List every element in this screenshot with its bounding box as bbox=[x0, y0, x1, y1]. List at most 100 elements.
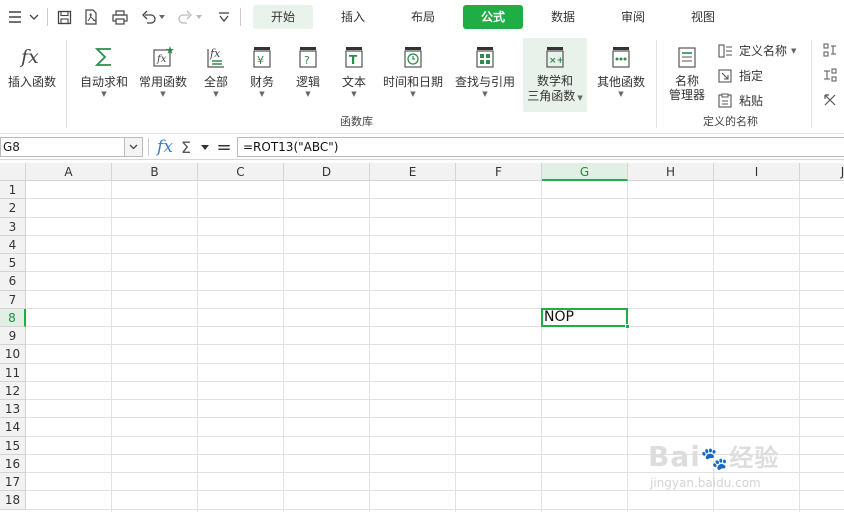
print-icon[interactable] bbox=[109, 7, 131, 27]
spreadsheet-grid[interactable]: A B C D E F G H I J 1 2 3 4 5 6 7 8 9 10 11 12 13 14 15 16 17 18 NOP… bbox=[0, 163, 844, 512]
row-header-3[interactable]: 3 bbox=[0, 217, 26, 236]
autosum-button[interactable]: 自动求和 ▼ bbox=[76, 42, 132, 98]
paste-names-button[interactable]: 粘贴 bbox=[717, 92, 763, 109]
grid-row-line bbox=[26, 234, 844, 236]
dropdown-arrow-icon: ▼ bbox=[160, 90, 166, 98]
row-header-18[interactable]: 18 bbox=[0, 491, 26, 510]
sum-sigma-icon[interactable]: Σ bbox=[178, 137, 194, 157]
tab-data[interactable]: 数据 bbox=[533, 5, 593, 29]
chevron-down-icon bbox=[129, 144, 138, 150]
row-header-8[interactable]: 8 bbox=[0, 308, 26, 327]
redo-dropdown-icon[interactable] bbox=[194, 7, 204, 27]
row-header-14[interactable]: 14 bbox=[0, 418, 26, 437]
column-header-e[interactable]: E bbox=[370, 163, 456, 181]
common-functions-button[interactable]: fx 常用函数 ▼ bbox=[136, 42, 190, 98]
undo-dropdown-icon[interactable] bbox=[157, 7, 167, 27]
divider bbox=[66, 40, 67, 128]
tab-layout[interactable]: 布局 bbox=[393, 5, 453, 29]
redo-icon[interactable] bbox=[176, 7, 194, 27]
row-header-12[interactable]: 12 bbox=[0, 381, 26, 400]
fx-icon: fx bbox=[18, 42, 46, 72]
tab-home[interactable]: 开始 bbox=[253, 5, 313, 29]
specify-button[interactable]: 指定 bbox=[717, 67, 763, 84]
column-header-j[interactable]: J bbox=[800, 163, 844, 181]
row-header-4[interactable]: 4 bbox=[0, 235, 26, 254]
row-header-17[interactable]: 17 bbox=[0, 473, 26, 492]
column-header-a[interactable]: A bbox=[26, 163, 112, 181]
yen-book-icon: ¥ bbox=[248, 42, 276, 72]
grid-column-line bbox=[197, 181, 198, 512]
remove-arrows-icon bbox=[822, 92, 838, 108]
column-header-b[interactable]: B bbox=[112, 163, 198, 181]
trace-precedents-icon bbox=[822, 42, 838, 58]
lookup-reference-button[interactable]: 查找与引用 ▼ bbox=[452, 42, 518, 98]
all-functions-button[interactable]: fx 全部 ▼ bbox=[196, 42, 236, 98]
date-time-button[interactable]: 时间和日期 ▼ bbox=[380, 42, 446, 98]
math-trig-button[interactable]: ×+ 数学和 三角函数 ▼ bbox=[523, 38, 587, 112]
dots-book-icon bbox=[607, 42, 635, 72]
sum-dropdown-icon[interactable] bbox=[199, 137, 211, 157]
text-functions-button[interactable]: T 文本 ▼ bbox=[336, 42, 372, 98]
column-header-c[interactable]: C bbox=[198, 163, 284, 181]
grid-column-line bbox=[283, 181, 284, 512]
grid-row-line bbox=[26, 362, 844, 364]
undo-icon[interactable] bbox=[139, 7, 157, 27]
name-box[interactable]: G8 bbox=[0, 137, 124, 157]
equals-icon[interactable]: = bbox=[215, 137, 233, 158]
define-name-button[interactable]: 定义名称 ▼ bbox=[717, 42, 796, 59]
logical-button[interactable]: ? 逻辑 ▼ bbox=[290, 42, 326, 98]
row-header-10[interactable]: 10 bbox=[0, 345, 26, 364]
name-manager-button[interactable]: 名称 管理器 bbox=[664, 42, 710, 102]
row-header-16[interactable]: 16 bbox=[0, 454, 26, 473]
svg-text:fx: fx bbox=[156, 54, 167, 65]
menu-chevron-down-icon[interactable] bbox=[27, 7, 41, 27]
insert-function-button[interactable]: fx 插入函数 bbox=[4, 42, 60, 90]
tab-insert[interactable]: 插入 bbox=[323, 5, 383, 29]
tab-view[interactable]: 视图 bbox=[673, 5, 733, 29]
customize-quick-access-icon[interactable] bbox=[215, 7, 233, 27]
trace-precedents-button[interactable] bbox=[822, 42, 844, 58]
svg-text:T: T bbox=[349, 53, 358, 67]
row-header-7[interactable]: 7 bbox=[0, 290, 26, 309]
tab-review[interactable]: 审阅 bbox=[603, 5, 663, 29]
tab-formulas[interactable]: 公式 bbox=[463, 5, 523, 29]
menu-icon[interactable] bbox=[6, 7, 24, 27]
clock-book-icon bbox=[399, 42, 427, 72]
grid-column-line bbox=[799, 181, 800, 512]
grid-column-line bbox=[369, 181, 370, 512]
trace-dependents-button[interactable] bbox=[822, 67, 844, 83]
row-header-2[interactable]: 2 bbox=[0, 199, 26, 218]
export-pdf-icon[interactable] bbox=[81, 7, 101, 27]
remove-arrows-button[interactable] bbox=[822, 92, 844, 108]
row-header-5[interactable]: 5 bbox=[0, 254, 26, 273]
save-icon[interactable] bbox=[54, 7, 74, 27]
dropdown-arrow-icon: ▼ bbox=[259, 90, 265, 98]
fill-handle[interactable] bbox=[625, 324, 630, 329]
column-header-i[interactable]: I bbox=[714, 163, 800, 181]
active-cell-g8[interactable]: NOP bbox=[541, 307, 628, 327]
name-box-dropdown[interactable] bbox=[124, 137, 143, 157]
formula-input[interactable]: =ROT13("ABC") bbox=[237, 137, 844, 157]
column-header-g[interactable]: G bbox=[542, 163, 628, 181]
insert-function-fx-icon[interactable]: fx bbox=[154, 137, 176, 157]
row-header-13[interactable]: 13 bbox=[0, 400, 26, 419]
column-header-h[interactable]: H bbox=[628, 163, 714, 181]
row-header-1[interactable]: 1 bbox=[0, 181, 26, 200]
svg-text:×+: ×+ bbox=[549, 56, 564, 66]
sigma-icon bbox=[90, 42, 118, 72]
more-functions-button[interactable]: 其他函数 ▼ bbox=[594, 42, 648, 98]
column-header-f[interactable]: F bbox=[456, 163, 542, 181]
grid-column-line bbox=[541, 181, 542, 512]
grid-row-line bbox=[26, 490, 844, 492]
row-header-6[interactable]: 6 bbox=[0, 272, 26, 291]
dropdown-arrow-icon: ▼ bbox=[305, 90, 311, 98]
grid-row-line bbox=[26, 417, 844, 419]
financial-button[interactable]: ¥ 财务 ▼ bbox=[244, 42, 280, 98]
baidu-watermark-url: jingyan.baidu.com bbox=[650, 476, 761, 490]
row-header-15[interactable]: 15 bbox=[0, 436, 26, 455]
dropdown-arrow-icon: ▼ bbox=[351, 90, 357, 98]
select-all-corner[interactable] bbox=[0, 163, 26, 181]
row-header-11[interactable]: 11 bbox=[0, 363, 26, 382]
column-header-d[interactable]: D bbox=[284, 163, 370, 181]
row-header-9[interactable]: 9 bbox=[0, 327, 26, 346]
